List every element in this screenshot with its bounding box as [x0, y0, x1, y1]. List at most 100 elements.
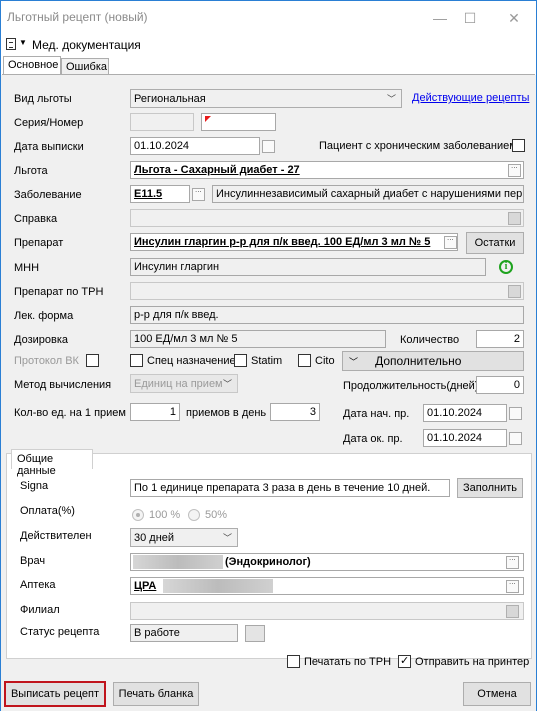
- calendar-icon[interactable]: [262, 140, 275, 153]
- drug-trn-label: Препарат по ТРН: [14, 286, 104, 298]
- payment-100-label: 100 %: [149, 509, 181, 521]
- start-date-field[interactable]: 01.10.2024: [423, 404, 507, 422]
- calendar-icon[interactable]: [509, 432, 522, 445]
- issue-date-label: Дата выписки: [14, 141, 84, 153]
- benefit-type-value: Региональная: [134, 93, 206, 105]
- info-icon[interactable]: i: [499, 260, 513, 274]
- active-recipes-link[interactable]: Действующие рецепты: [412, 92, 529, 104]
- disease-text-field: Инсулиннезависимый сахарный диабет с нар…: [212, 185, 524, 203]
- special-purpose-label: Спец назначение: [147, 355, 236, 367]
- drug-label: Препарат: [14, 237, 64, 249]
- drug-field[interactable]: Инсулин гларгин р-р для п/к введ. 100 ЕД…: [130, 233, 458, 251]
- dosage-form-field: р-р для п/к введ.: [130, 306, 524, 324]
- dropdown-arrow-icon[interactable]: ▼: [19, 38, 27, 47]
- payment-50-label: 50%: [205, 509, 228, 521]
- footer-bar: Выписать рецепт Печать бланка Отмена: [1, 674, 536, 711]
- quantity-field[interactable]: 2: [476, 330, 524, 348]
- units-per-dose-label: Кол-во ед. на 1 прием: [14, 407, 126, 419]
- special-purpose-checkbox[interactable]: [130, 354, 143, 367]
- valid-label: Действителен: [20, 530, 92, 542]
- chevron-down-icon: ﹀: [386, 94, 396, 104]
- main-panel: Вид льготы Региональная ﹀ Действующие ре…: [2, 74, 535, 674]
- write-recipe-button[interactable]: Выписать рецепт: [4, 681, 106, 707]
- additional-button-label: Дополнительно: [375, 354, 462, 368]
- calc-method-select: Единиц на прием ﹀: [130, 374, 238, 393]
- remains-button[interactable]: Остатки: [466, 232, 524, 254]
- payment-50-radio[interactable]: [188, 509, 200, 521]
- chronic-patient-label: Пациент с хроническим заболеванием: [319, 140, 517, 152]
- print-blank-button[interactable]: Печать бланка: [113, 682, 199, 706]
- tab-error[interactable]: Ошибка: [61, 58, 109, 75]
- start-date-label: Дата нач. пр.: [343, 408, 410, 420]
- error-flag-icon: [205, 116, 211, 122]
- disease-code-field[interactable]: E11.5: [130, 185, 190, 203]
- payment-100-radio[interactable]: [132, 509, 144, 521]
- tab-main[interactable]: Основное: [3, 56, 61, 75]
- series-number-label: Серия/Номер: [14, 117, 84, 129]
- drug-lookup-icon[interactable]: [444, 233, 457, 249]
- inn-label: МНН: [14, 262, 40, 274]
- close-icon[interactable]: ✕: [499, 7, 529, 29]
- maximize-icon[interactable]: ☐: [455, 7, 485, 29]
- dosage-form-label: Лек. форма: [14, 310, 74, 322]
- cancel-button[interactable]: Отмена: [463, 682, 531, 706]
- chronic-patient-checkbox[interactable]: [512, 139, 525, 152]
- duration-label: Продолжительность(дней): [343, 380, 479, 392]
- payment-label: Оплата(%): [20, 505, 75, 517]
- issue-date-field[interactable]: 01.10.2024: [130, 137, 260, 155]
- protocol-vk-checkbox[interactable]: [86, 354, 99, 367]
- pharmacy-field[interactable]: ЦРА: [130, 577, 524, 595]
- disease-label: Заболевание: [14, 189, 82, 201]
- additional-button[interactable]: ﹀ Дополнительно: [342, 351, 524, 371]
- certificate-label: Справка: [14, 213, 58, 225]
- end-date-field[interactable]: 01.10.2024: [423, 429, 507, 447]
- dosage-label: Дозировка: [14, 334, 69, 346]
- drug-trn-lookup-icon: [508, 285, 521, 298]
- series-field: [130, 113, 194, 131]
- signa-field[interactable]: По 1 единице препарата 3 раза в день в т…: [130, 479, 450, 497]
- certificate-field: [130, 209, 524, 227]
- valid-value: 30 дней: [134, 532, 175, 544]
- send-printer-checkbox[interactable]: [398, 654, 411, 668]
- fill-button[interactable]: Заполнить: [457, 478, 523, 498]
- branch-label: Филиал: [20, 604, 60, 616]
- status-label: Статус рецепта: [20, 626, 100, 638]
- dosage-field: 100 ЕД/мл 3 мл № 5: [130, 330, 386, 348]
- minimize-icon[interactable]: —: [425, 7, 455, 29]
- calendar-icon[interactable]: [509, 407, 522, 420]
- disease-lookup-icon[interactable]: [192, 185, 205, 201]
- doctor-lookup-icon[interactable]: [506, 553, 519, 569]
- window-title: Льготный рецепт (новый): [7, 10, 148, 24]
- tab-strip: Основное Ошибка: [1, 56, 536, 75]
- status-field: В работе: [130, 624, 238, 642]
- document-icon[interactable]: [6, 38, 16, 50]
- print-trn-checkbox[interactable]: [287, 655, 300, 668]
- benefit-lookup-icon[interactable]: [508, 161, 521, 177]
- menu-med-docs[interactable]: Мед. документация: [32, 38, 141, 52]
- number-field[interactable]: [201, 113, 276, 131]
- drug-trn-field: [130, 282, 524, 300]
- tab-common-data[interactable]: Общие данные: [11, 449, 93, 477]
- redacted-block: [163, 579, 273, 593]
- redacted-block: [133, 555, 223, 569]
- valid-select[interactable]: 30 дней ﹀: [130, 528, 238, 547]
- cito-checkbox[interactable]: [298, 354, 311, 367]
- statim-checkbox[interactable]: [234, 354, 247, 367]
- benefit-type-label: Вид льготы: [14, 93, 72, 105]
- folder-icon: [245, 625, 265, 642]
- pharmacy-lookup-icon[interactable]: [506, 577, 519, 593]
- doses-per-day-field[interactable]: 3: [270, 403, 320, 421]
- quantity-label: Количество: [400, 334, 460, 346]
- units-per-dose-field[interactable]: 1: [130, 403, 180, 421]
- duration-field[interactable]: 0: [476, 376, 524, 394]
- calc-method-value: Единиц на прием: [134, 378, 223, 390]
- doctor-field[interactable]: (Эндокринолог): [130, 553, 524, 571]
- certificate-lookup-icon: [508, 212, 521, 225]
- benefit-type-select[interactable]: Региональная ﹀: [130, 89, 402, 108]
- calc-method-label: Метод вычисления: [14, 379, 112, 391]
- pharmacy-label: Аптека: [20, 579, 56, 591]
- branch-lookup-icon: [506, 605, 519, 618]
- signa-label: Signa: [20, 480, 49, 492]
- benefit-label: Льгота: [14, 165, 48, 177]
- benefit-field[interactable]: Льгота - Сахарный диабет - 27: [130, 161, 524, 179]
